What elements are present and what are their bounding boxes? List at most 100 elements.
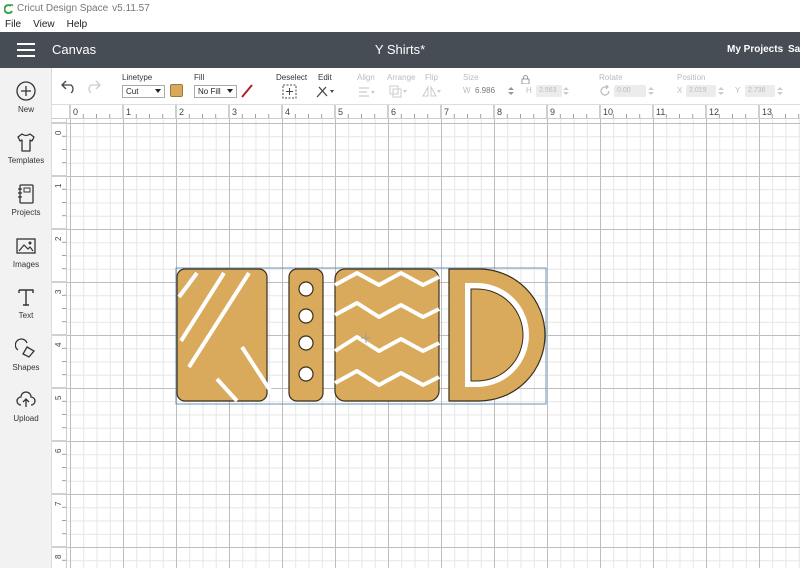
edit-toolbar: Linetype Cut Fill No Fill Deselect Edit … xyxy=(52,68,800,105)
linetype-color-swatch[interactable] xyxy=(170,84,183,97)
edit-tools-icon[interactable] xyxy=(315,84,335,99)
letter-i[interactable] xyxy=(288,268,324,402)
vertical-ruler: 0 1 2 3 4 5 6 7 8 xyxy=(52,119,67,568)
x-position-input[interactable]: 2.019 xyxy=(686,85,716,97)
letter-n[interactable] xyxy=(333,268,440,402)
image-icon xyxy=(16,238,36,254)
arrange-icon[interactable] xyxy=(389,85,409,98)
fill-value: No Fill xyxy=(198,87,221,96)
ruler-tick-label: 13 xyxy=(762,107,772,117)
sidebar-item-upload[interactable]: Upload xyxy=(0,389,52,439)
sidebar-item-label: Images xyxy=(12,260,40,269)
save-button[interactable]: Sa xyxy=(788,44,800,55)
cloud-upload-icon xyxy=(16,391,36,407)
canvas-label: Canvas xyxy=(52,42,97,57)
align-label: Align xyxy=(357,73,375,82)
chevron-down-icon xyxy=(227,89,233,93)
sidebar-item-label: New xyxy=(17,105,34,114)
ruler-tick-label: 8 xyxy=(54,554,63,559)
text-t-icon xyxy=(18,289,34,306)
linetype-select[interactable]: Cut xyxy=(122,85,165,98)
menu-view[interactable]: View xyxy=(27,19,61,30)
rotate-icon[interactable] xyxy=(599,85,611,97)
ruler-tick-label: 2 xyxy=(179,107,184,117)
plus-circle-icon xyxy=(16,81,36,101)
letter-k[interactable] xyxy=(176,268,279,403)
tshirt-icon xyxy=(17,133,35,152)
menu-bar: File View Help xyxy=(0,17,800,32)
rotate-input[interactable]: 0.00 xyxy=(614,85,646,97)
lock-icon[interactable] xyxy=(521,75,530,84)
deselect-label: Deselect xyxy=(276,73,308,82)
rotate-label: Rotate xyxy=(599,73,623,82)
x-stepper-icon[interactable] xyxy=(718,86,724,96)
title-bar: Cricut Design Space v5.11.57 xyxy=(0,0,800,17)
ruler-tick-label: 6 xyxy=(54,448,63,453)
width-stepper-icon[interactable] xyxy=(508,86,514,96)
ruler-tick-label: 2 xyxy=(54,236,63,241)
linetype-label: Linetype xyxy=(122,73,153,82)
ruler-tick-label: 12 xyxy=(709,107,719,117)
ruler-tick-label: 1 xyxy=(54,183,63,188)
sidebar-item-new[interactable]: New xyxy=(0,80,52,130)
height-stepper-icon[interactable] xyxy=(563,86,569,96)
ruler-tick-label: 10 xyxy=(603,107,613,117)
ruler-tick-label: 3 xyxy=(54,289,63,294)
letter-d[interactable] xyxy=(448,268,546,402)
width-value[interactable]: 6.986 xyxy=(475,86,495,95)
no-fill-slash-icon[interactable] xyxy=(240,84,254,98)
sidebar-item-templates[interactable]: Templates xyxy=(0,131,52,181)
sidebar-item-label: Text xyxy=(18,311,34,320)
ruler-tick-label: 7 xyxy=(54,501,63,506)
deselect-icon[interactable] xyxy=(282,84,297,99)
ruler-tick-label: 5 xyxy=(338,107,343,117)
fill-label: Fill xyxy=(194,73,205,82)
y-stepper-icon[interactable] xyxy=(777,86,783,96)
sidebar-item-projects[interactable]: Projects xyxy=(0,183,52,233)
ruler-tick-label: 4 xyxy=(54,342,63,347)
hamburger-menu-icon[interactable] xyxy=(17,43,35,57)
ruler-tick-label: 1 xyxy=(126,107,131,117)
cricut-logo-icon xyxy=(4,3,14,14)
sidebar-item-label: Upload xyxy=(13,414,39,423)
design-canvas[interactable] xyxy=(67,119,800,568)
undo-icon[interactable] xyxy=(61,79,77,93)
ruler-tick-label: 6 xyxy=(391,107,396,117)
size-label: Size xyxy=(463,73,479,82)
linetype-value: Cut xyxy=(126,87,139,96)
sidebar-item-shapes[interactable]: Shapes xyxy=(0,338,52,388)
align-icon[interactable] xyxy=(357,86,377,98)
cricut-design-space-window: Cricut Design Space v5.11.57 File View H… xyxy=(0,0,800,568)
sidebar-item-images[interactable]: Images xyxy=(0,235,52,285)
position-label: Position xyxy=(677,73,706,82)
menu-help[interactable]: Help xyxy=(61,19,94,30)
ruler-tick-label: 4 xyxy=(285,107,290,117)
ruler-tick-label: 3 xyxy=(232,107,237,117)
app-header: Canvas Y Shirts* My Projects Sa xyxy=(0,32,800,68)
my-projects-button[interactable]: My Projects xyxy=(727,44,783,55)
fill-select[interactable]: No Fill xyxy=(194,85,237,98)
y-position-input[interactable]: 2.736 xyxy=(745,85,775,97)
sidebar-item-text[interactable]: Text xyxy=(0,286,52,336)
project-title: Y Shirts* xyxy=(374,42,426,57)
ruler-tick-label: 7 xyxy=(444,107,449,117)
ruler-tick-label: 9 xyxy=(550,107,555,117)
redo-icon[interactable] xyxy=(85,79,101,93)
height-label: H xyxy=(526,86,532,95)
shapes-icon xyxy=(15,338,35,358)
x-label: X xyxy=(677,86,683,95)
y-label: Y xyxy=(735,86,741,95)
menu-file[interactable]: File xyxy=(0,19,27,30)
flip-icon[interactable] xyxy=(422,85,442,98)
arrange-label: Arrange xyxy=(387,73,416,82)
edit-label: Edit xyxy=(318,73,332,82)
ruler-tick-label: 0 xyxy=(73,107,78,117)
width-label: W xyxy=(463,86,471,95)
height-input[interactable]: 2.563 xyxy=(536,85,562,97)
ruler-tick-label: 5 xyxy=(54,395,63,400)
ruler-tick-label: 8 xyxy=(497,107,502,117)
flip-label: Flip xyxy=(425,73,438,82)
kind-design[interactable] xyxy=(67,119,800,568)
horizontal-ruler: 0 1 2 3 4 5 6 7 8 9 10 11 12 13 xyxy=(52,105,800,119)
rotate-stepper-icon[interactable] xyxy=(648,86,654,96)
